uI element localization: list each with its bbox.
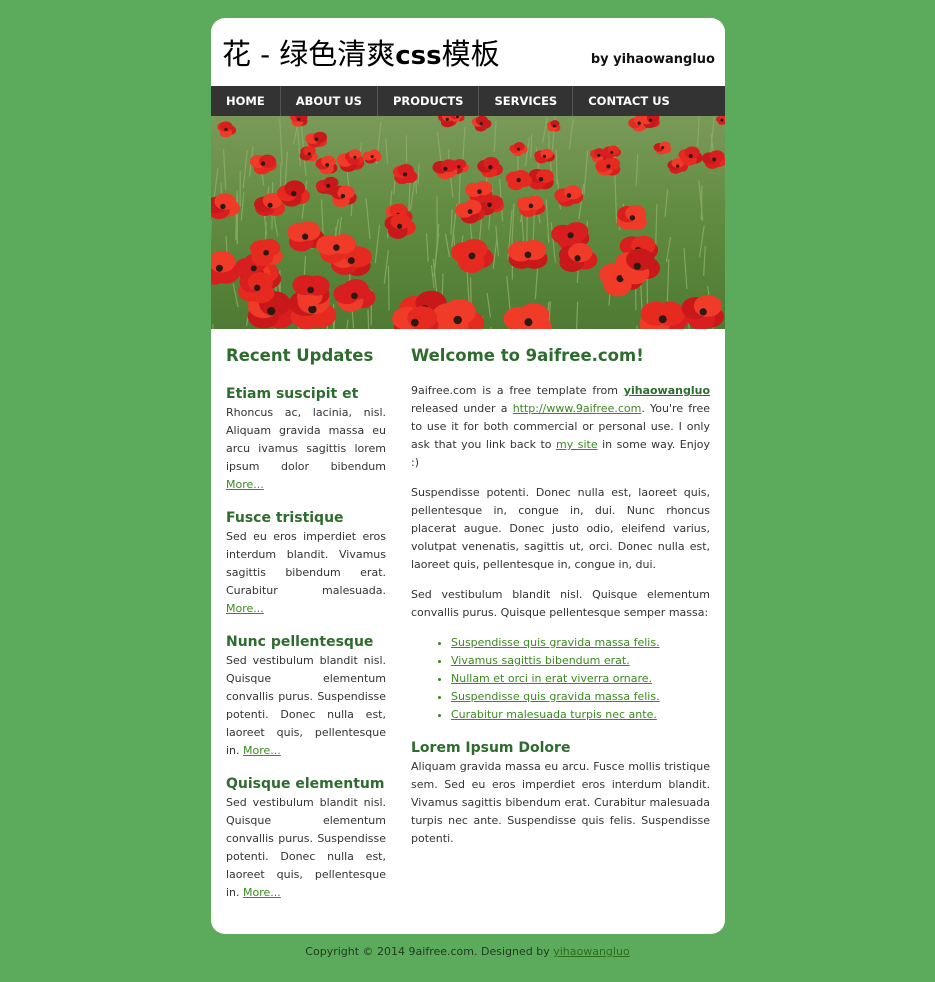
feature-list: Suspendisse quis gravida massa felis. Vi… [411,634,710,724]
list-item: Suspendisse quis gravida massa felis. [451,634,710,652]
update-title: Nunc pellentesque [226,634,374,650]
update-body: Sed eu eros imperdiet eros interdum blan… [226,530,386,597]
site-byline: by yihaowangluo [590,52,715,67]
site-footer: Copyright © 2014 9aifree.com. Designed b… [0,944,935,960]
update-body: Sed vestibulum blandit nisl. Quisque ele… [226,796,386,899]
update-text: Sed eu eros imperdiet eros interdum blan… [226,528,386,618]
more-link[interactable]: More... [226,478,264,491]
site-title: 花 - 绿色清爽css模板 [222,34,500,76]
site-title-suffix: 模板 [441,37,500,71]
list-item: Suspendisse quis gravida massa felis. [451,688,710,706]
hero-image-poppy-field [211,116,725,329]
update-text: Sed vestibulum blandit nisl. Quisque ele… [226,652,386,760]
site-title-prefix: 花 - 绿色清爽 [222,37,396,71]
site-header: 花 - 绿色清爽css模板 by yihaowangluo [211,18,725,86]
list-item-link[interactable]: Suspendisse quis gravida massa felis. [451,636,660,649]
update-title: Fusce tristique [226,510,344,526]
list-item-link[interactable]: Nullam et orci in erat viverra ornare. [451,672,652,685]
more-link[interactable]: More... [226,602,264,615]
nav-item-products[interactable]: PRODUCTS [378,86,480,116]
site-url-link[interactable]: http://www.9aifree.com [513,402,642,415]
sidebar: Recent Updates Etiam suscipit et Rhoncus… [226,344,386,902]
poppy-field-illustration [211,116,725,329]
update-title: Etiam suscipit et [226,386,359,402]
lorem-subtitle: Lorem Ipsum Dolore [411,740,571,756]
update-text: Sed vestibulum blandit nisl. Quisque ele… [226,794,386,902]
body-paragraph: Suspendisse potenti. Donec nulla est, la… [411,486,710,571]
list-item-link[interactable]: Suspendisse quis gravida massa felis. [451,690,660,703]
nav-item-contact-us[interactable]: CONTACT US [573,86,685,116]
update-title: Quisque elementum [226,776,385,792]
footer-designer-link[interactable]: yihaowangluo [553,945,629,958]
footer-copyright: Copyright © 2014 9aifree.com. Designed b… [305,945,554,958]
more-link[interactable]: More... [243,886,281,899]
welcome-title: Welcome to 9aifree.com! [411,346,644,365]
update-body: Rhoncus ac, lacinia, nisl. Aliquam gravi… [226,406,386,473]
update-body: Sed vestibulum blandit nisl. Quisque ele… [226,654,386,757]
site-title-css: css [395,41,442,71]
list-item: Nullam et orci in erat viverra ornare. [451,670,710,688]
update-text: Rhoncus ac, lacinia, nisl. Aliquam gravi… [226,404,386,494]
more-link[interactable]: More... [243,744,281,757]
body-paragraph: Sed vestibulum blandit nisl. Quisque ele… [411,588,710,619]
list-item: Curabitur malesuada turpis nec ante. [451,706,710,724]
list-item-link[interactable]: Vivamus sagittis bibendum erat. [451,654,630,667]
intro-text-1: 9aifree.com is a free template from [411,384,624,397]
list-item: Vivamus sagittis bibendum erat. [451,652,710,670]
intro-paragraph: 9aifree.com is a free template from yiha… [411,382,710,472]
main-content: Welcome to 9aifree.com! 9aifree.com is a… [411,344,710,848]
sidebar-title: Recent Updates [226,346,374,365]
author-link[interactable]: yihaowangluo [624,384,710,397]
main-nav: HOME ABOUT US PRODUCTS SERVICES CONTACT … [211,86,725,116]
nav-item-about-us[interactable]: ABOUT US [281,86,378,116]
page-container: 花 - 绿色清爽css模板 by yihaowangluo HOME ABOUT… [211,18,725,934]
list-item-link[interactable]: Curabitur malesuada turpis nec ante. [451,708,657,721]
intro-text-2: released under a [411,402,513,415]
nav-item-services[interactable]: SERVICES [479,86,574,116]
my-site-link[interactable]: my site [556,438,598,451]
body-paragraph: Aliquam gravida massa eu arcu. Fusce mol… [411,760,710,845]
nav-item-home[interactable]: HOME [211,86,281,116]
